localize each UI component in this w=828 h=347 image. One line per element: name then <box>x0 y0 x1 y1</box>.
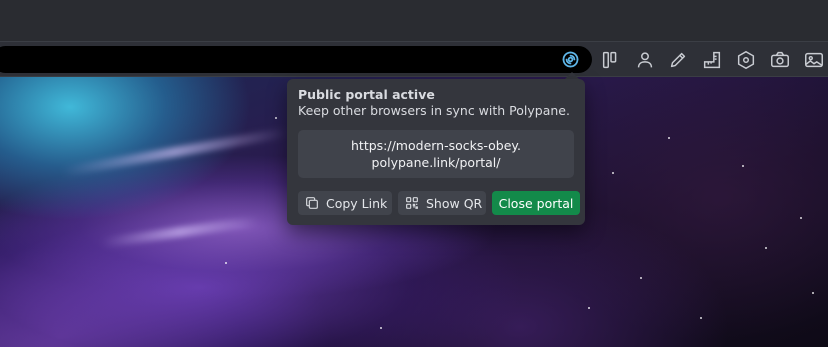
portal-icon[interactable] <box>560 49 581 70</box>
nebula-streak <box>60 127 290 177</box>
url-bar[interactable] <box>0 46 592 73</box>
star <box>275 117 277 119</box>
image-icon[interactable] <box>803 49 825 71</box>
rulers-icon[interactable] <box>701 49 723 71</box>
star <box>380 327 382 329</box>
star <box>800 217 802 219</box>
user-icon[interactable] <box>634 49 656 71</box>
copy-link-label: Copy Link <box>326 195 388 211</box>
qr-code-icon <box>406 197 418 209</box>
portal-link-box[interactable]: https://modern-socks-obey.polypane.link/… <box>298 130 574 178</box>
popover-arrow <box>565 72 579 79</box>
close-portal-button[interactable]: Close portal <box>492 191 580 215</box>
show-qr-label: Show QR <box>426 195 483 211</box>
nebula-streak <box>100 215 260 249</box>
star <box>588 307 590 309</box>
star <box>640 277 642 279</box>
star <box>612 172 614 174</box>
star <box>700 317 702 319</box>
portal-popover: Public portal active Keep other browsers… <box>287 79 585 225</box>
star <box>765 247 767 249</box>
close-portal-label: Close portal <box>498 195 574 211</box>
pencil-icon[interactable] <box>667 49 689 71</box>
copy-link-button[interactable]: Copy Link <box>298 191 392 215</box>
star <box>812 292 814 294</box>
panel-layout-icon[interactable] <box>600 49 622 71</box>
star <box>225 262 227 264</box>
title-bar <box>0 0 828 41</box>
popover-subtitle: Keep other browsers in sync with Polypan… <box>298 103 570 118</box>
show-qr-button[interactable]: Show QR <box>398 191 486 215</box>
portal-link-text: https://modern-socks-obey.polypane.link/… <box>351 138 521 170</box>
hexagon-icon[interactable] <box>735 49 757 71</box>
star <box>742 165 744 167</box>
browser-window: Public portal active Keep other browsers… <box>0 0 828 347</box>
camera-icon[interactable] <box>769 49 791 71</box>
copy-icon <box>306 197 318 209</box>
popover-title: Public portal active <box>298 87 435 102</box>
star <box>668 137 670 139</box>
